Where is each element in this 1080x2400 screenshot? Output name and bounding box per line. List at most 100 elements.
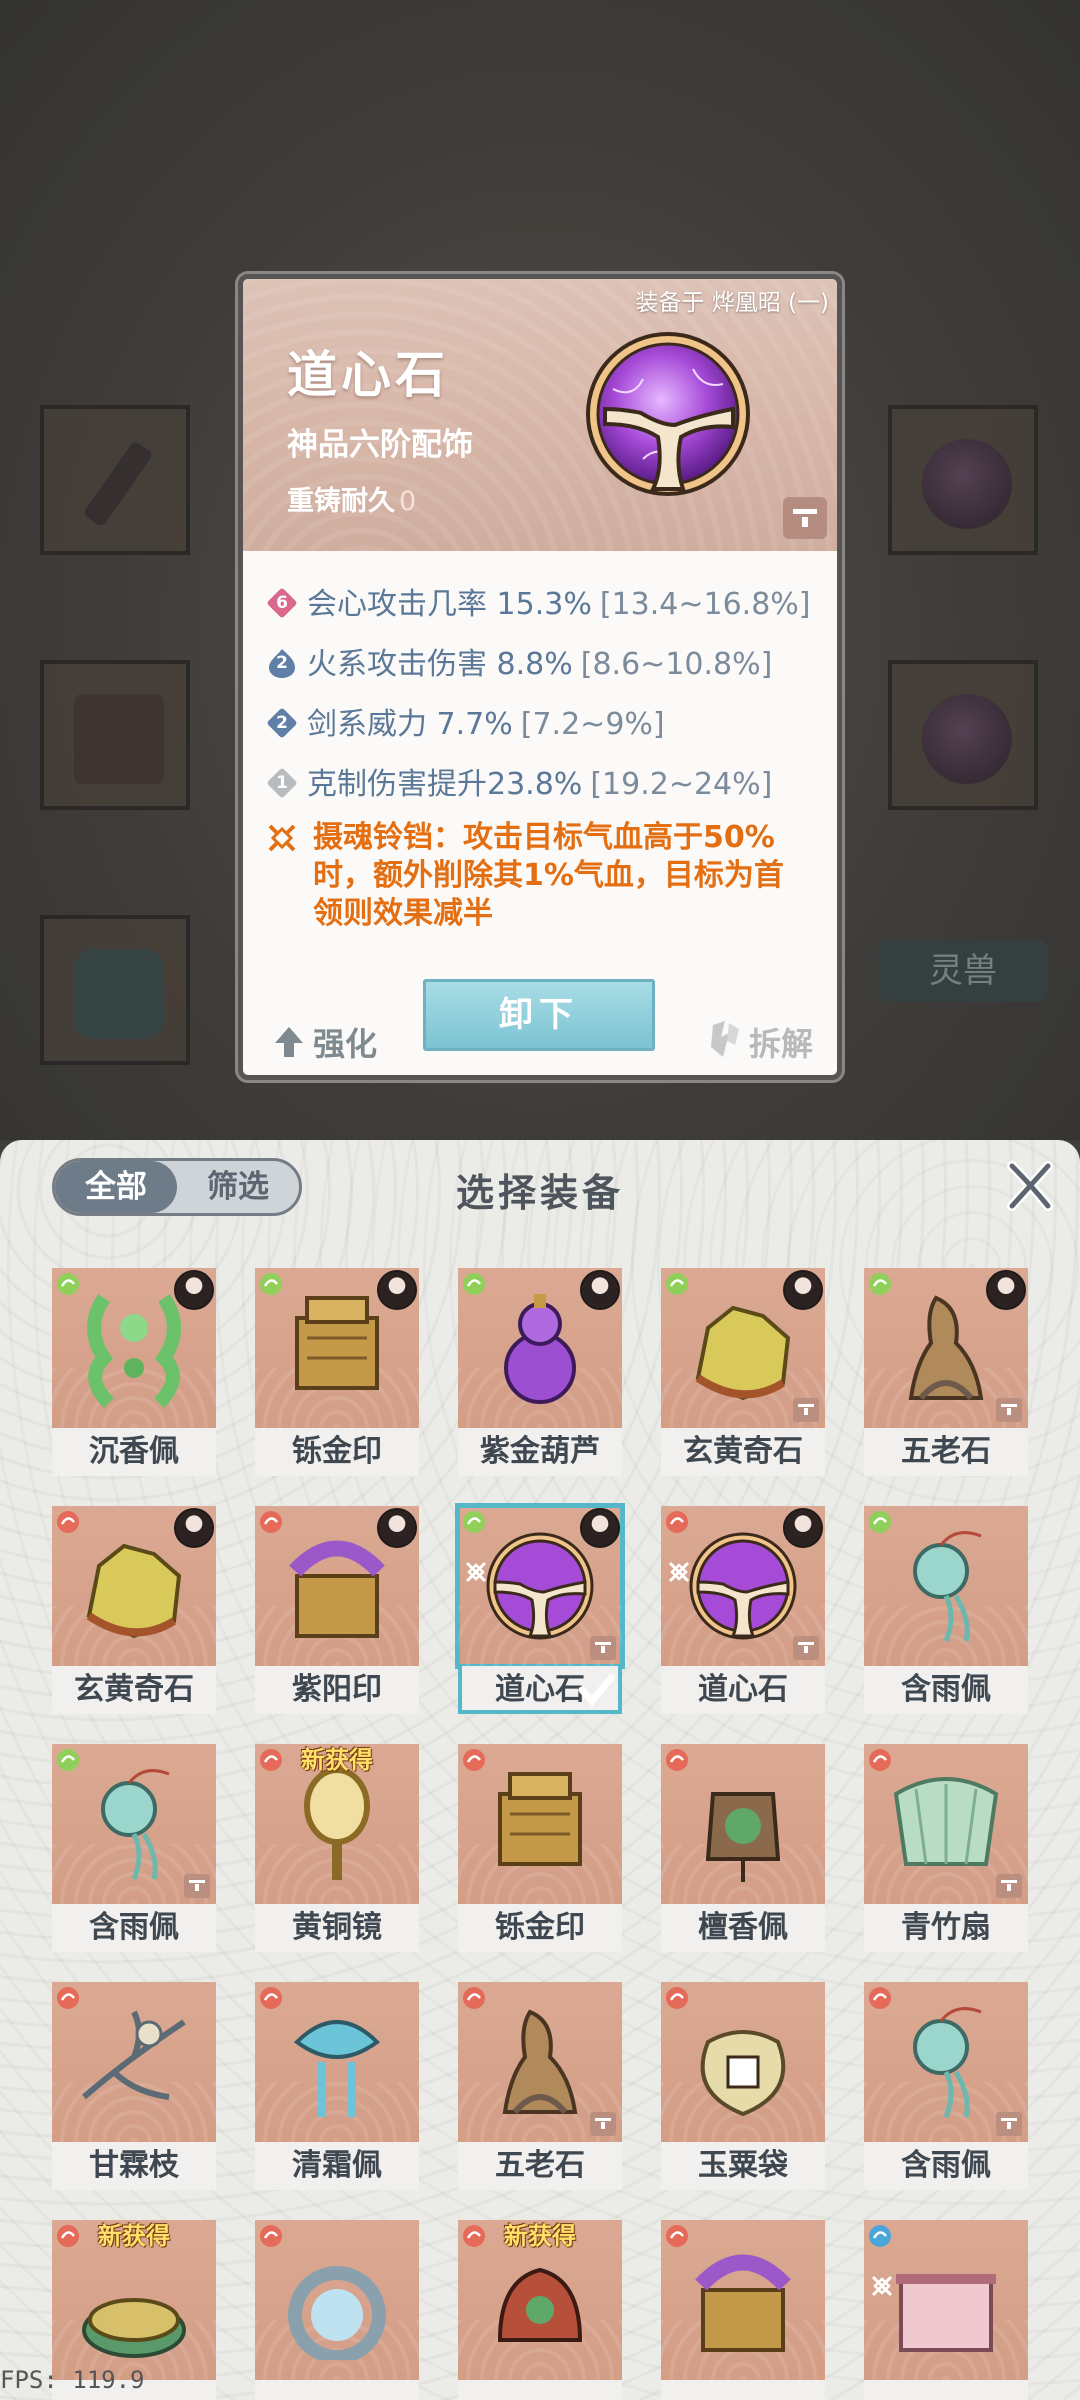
owner-avatar: [783, 1508, 823, 1548]
equipment-slot[interactable]: 紫阳印: [255, 1506, 419, 1730]
owner-avatar: [174, 1508, 214, 1548]
element-type-icon: [260, 1987, 282, 2009]
equipment-slot[interactable]: 新获得 黄铜镜: [255, 1744, 419, 1968]
stat-level-badge: 6: [267, 588, 297, 618]
equipment-slot[interactable]: 紫金葫芦: [458, 1268, 622, 1492]
equipment-name: 含雨佩: [864, 2142, 1028, 2190]
equipment-slot[interactable]: 甘霖枝: [52, 1982, 216, 2206]
equipment-art: [52, 1506, 216, 1666]
element-type-icon: [869, 1511, 891, 1533]
fan-icon: [893, 1777, 999, 1866]
equipment-name: 青竹扇: [864, 1904, 1028, 1952]
equipment-slot[interactable]: 玄黄奇石: [52, 1506, 216, 1730]
stat-line-crit: 6 会心攻击几率 15.3% [13.4~16.8%]: [267, 579, 811, 623]
equipment-slot[interactable]: 青竹扇: [864, 1744, 1028, 1968]
recast-icon: [590, 2112, 616, 2136]
equipment-slot[interactable]: 檀香佩: [661, 1744, 825, 1968]
equipment-slot[interactable]: 五老石: [864, 1268, 1028, 1492]
owner-avatar: [580, 1508, 620, 1548]
bag-icon: [700, 2030, 786, 2117]
equipment-slot[interactable]: 铄金印: [255, 1268, 419, 1492]
scroll-icon: [896, 2274, 996, 2352]
recast-icon: [590, 1636, 616, 1660]
equipment-slot[interactable]: 新获得: [458, 2220, 622, 2400]
recast-icon[interactable]: [783, 497, 827, 539]
equipment-name: 沉香佩: [52, 1428, 216, 1476]
equipment-art: [255, 1268, 419, 1428]
equipment-slot[interactable]: 铄金印: [458, 1744, 622, 1968]
equipment-slot[interactable]: 玉粟袋: [661, 1982, 825, 2206]
equipment-art: [458, 1982, 622, 2142]
owner-avatar: [377, 1508, 417, 1548]
dismantle-button[interactable]: 拆解: [707, 1019, 813, 1065]
ring-icon: [288, 2266, 386, 2360]
equipment-slot[interactable]: [864, 2220, 1028, 2400]
item-name: 道心石: [287, 345, 449, 404]
recast-label: 重铸耐久: [287, 486, 395, 517]
equipment-art: [52, 1744, 216, 1904]
purple-seal-icon: [289, 1540, 385, 1638]
equipment-slot[interactable]: 清霜佩: [255, 1982, 419, 2206]
equipment-name: [255, 2380, 419, 2400]
equipment-name: [661, 2380, 825, 2400]
enhance-label: 强化: [313, 1025, 378, 1063]
stat-text: 剑系威力 7.7%: [307, 707, 513, 742]
element-type-icon: [57, 1273, 79, 1295]
equipment-slot[interactable]: 玄黄奇石: [661, 1268, 825, 1492]
equipment-art: [255, 1506, 419, 1666]
element-type-icon: [57, 1511, 79, 1533]
equipment-slot[interactable]: 含雨佩: [864, 1506, 1028, 1730]
equipment-slot[interactable]: 含雨佩: [864, 1982, 1028, 2206]
equipment-name: 道心石: [661, 1666, 825, 1714]
stat-text: 克制伤害提升23.8%: [307, 767, 583, 802]
element-type-icon: [260, 2225, 282, 2247]
equipment-slot[interactable]: 五老石: [458, 1982, 622, 2206]
element-type-icon: [869, 1749, 891, 1771]
equipment-art: [864, 2220, 1028, 2380]
equipment-name: [864, 2380, 1028, 2400]
element-type-icon: [666, 1511, 688, 1533]
element-type-icon: [463, 1511, 485, 1533]
equipment-name: 铄金印: [255, 1428, 419, 1476]
enhance-button[interactable]: 强化: [273, 1019, 377, 1065]
recast-icon: [793, 1636, 819, 1660]
mirror-icon: [304, 1767, 370, 1880]
stat-line-fire: 2 火系攻击伤害 8.8% [8.6~10.8%]: [267, 639, 772, 683]
recast-icon: [996, 1874, 1022, 1898]
purple-seal-icon: [695, 2254, 791, 2352]
element-type-icon: [666, 1987, 688, 2009]
element-type-icon: [57, 1987, 79, 2009]
set-effect-icon: [871, 2275, 893, 2297]
daoxin-stone-icon: [586, 332, 750, 496]
stat-line-sword: 2 剑系威力 7.7% [7.2~9%]: [267, 699, 665, 743]
select-equipment-panel: 全部 筛选 选择装备 沉香佩 铄金印 紫金葫芦 玄黄奇石 五老石 玄黄奇石 紫阳印 道心石 道心…: [0, 1140, 1080, 2400]
equipment-name: 玉粟袋: [661, 2142, 825, 2190]
equipment-art: [52, 1268, 216, 1428]
equipment-slot[interactable]: 沉香佩: [52, 1268, 216, 1492]
stat-level-badge: 1: [267, 768, 297, 798]
equipment-name: 含雨佩: [864, 1666, 1028, 1714]
element-type-icon: [666, 1749, 688, 1771]
recast-icon: [996, 2112, 1022, 2136]
mask-icon: [497, 2267, 583, 2342]
equipment-name: 铄金印: [458, 1904, 622, 1952]
dismantle-label: 拆解: [748, 1025, 813, 1063]
equipment-slot[interactable]: 道心石: [455, 1503, 625, 1730]
equipment-slot[interactable]: [661, 2220, 825, 2400]
equipment-detail-popup: 装备于 烨凰昭 (一) 道心石 神品六阶配饰 重铸耐久 0 6 会心攻击几率 15.…: [238, 274, 842, 1080]
pendant-icon: [101, 1769, 170, 1880]
equipment-slot[interactable]: [255, 2220, 419, 2400]
equipment-slot[interactable]: 含雨佩: [52, 1744, 216, 1968]
recast-icon: [793, 1398, 819, 1422]
stat-line-counter: 1 克制伤害提升23.8% [19.2~24%]: [267, 759, 772, 803]
equipment-art: [864, 1744, 1028, 1904]
equipment-slot[interactable]: 道心石: [661, 1506, 825, 1730]
seal-icon: [498, 1772, 582, 1866]
close-icon[interactable]: [1002, 1158, 1058, 1214]
stat-level-badge: 2: [267, 708, 297, 738]
equipment-art: [661, 1268, 825, 1428]
unequip-button[interactable]: 卸下: [423, 979, 655, 1051]
stat-range: [8.6~10.8%]: [580, 647, 773, 682]
set-effect-text: 摄魂铃铛：攻击目标气血高于50%时，额外削除其1%气血，目标为首领则效果减半: [313, 820, 784, 931]
equipment-name: [458, 2380, 622, 2400]
